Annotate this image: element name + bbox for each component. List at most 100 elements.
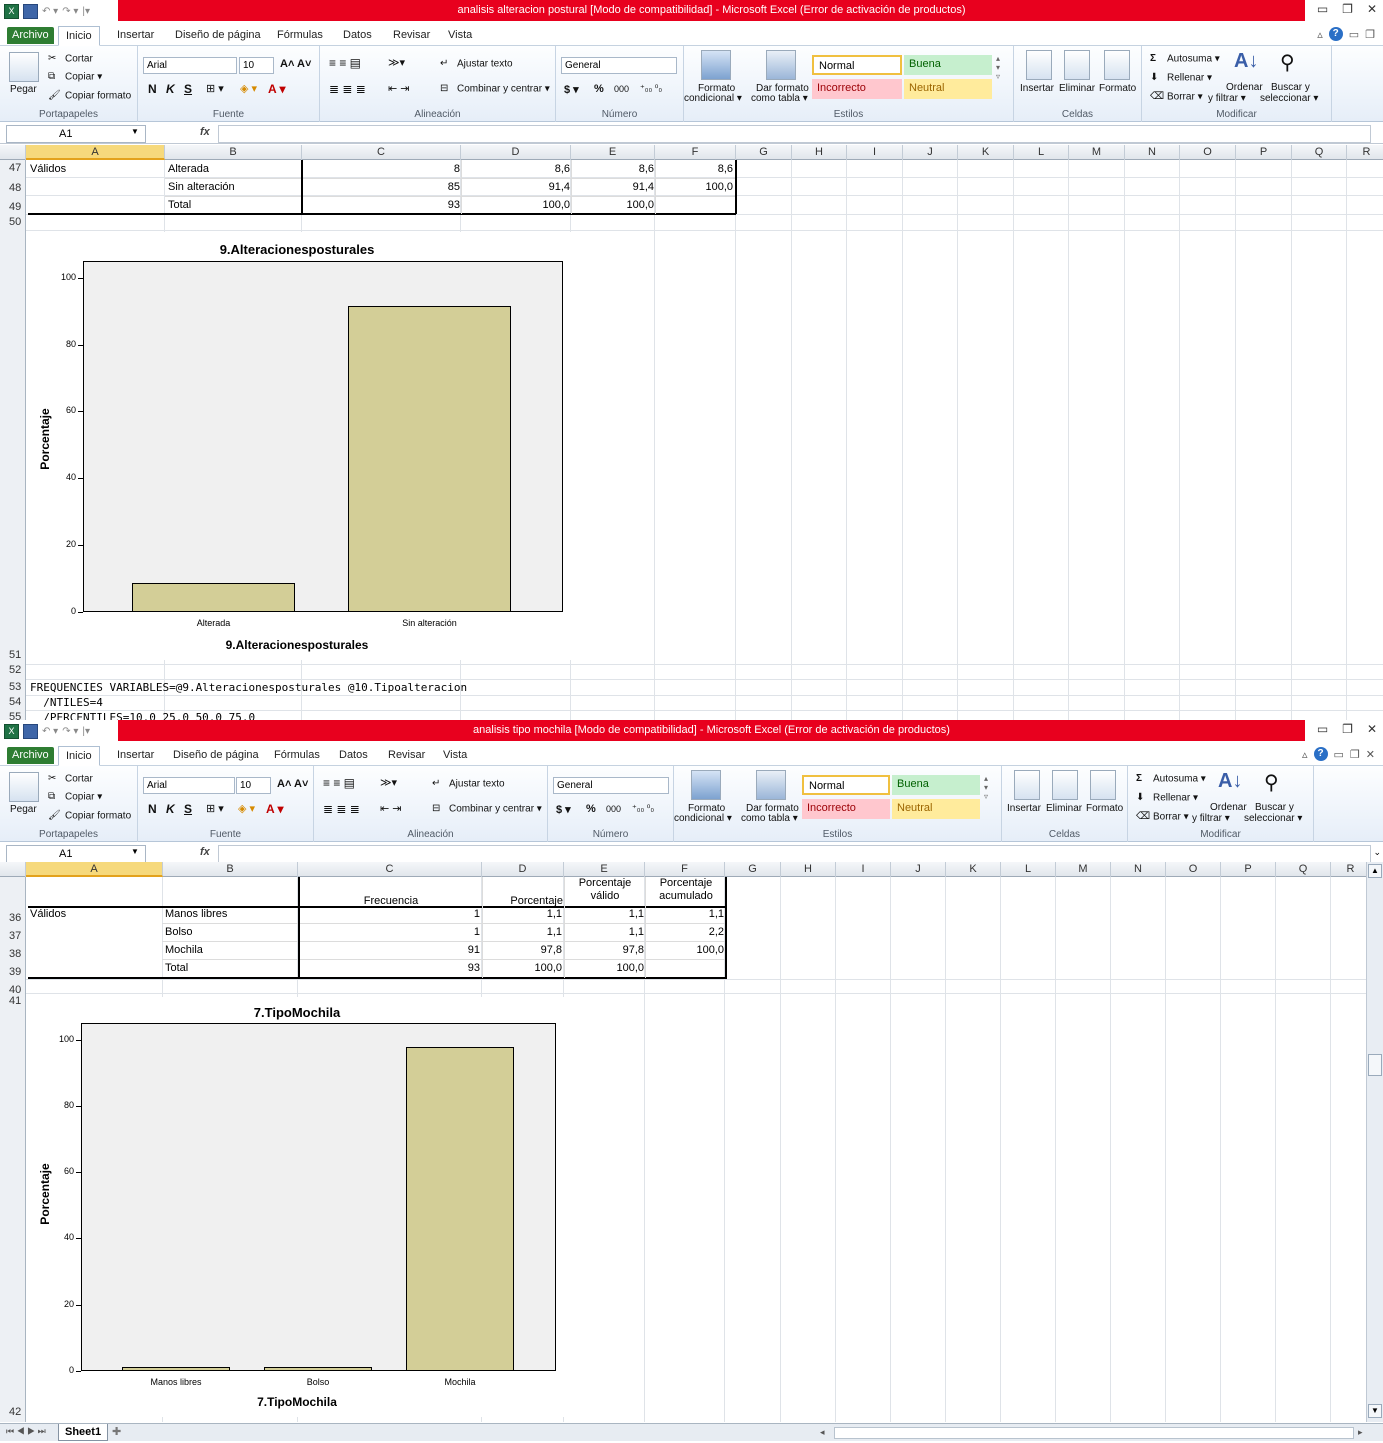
tab-vista[interactable]: Vista xyxy=(448,26,472,46)
row-header[interactable]: 50 xyxy=(0,216,26,228)
currency-button[interactable]: $ ▾ xyxy=(564,83,579,96)
table-cell[interactable]: 91,4 xyxy=(572,179,654,195)
currency-button[interactable]: $ ▾ xyxy=(556,803,571,816)
column-header[interactable]: L xyxy=(1014,145,1069,160)
decimal-icon[interactable]: ⁺₀₀ ⁰₀ xyxy=(640,83,662,94)
fx-icon[interactable]: fx xyxy=(200,126,210,138)
row-header[interactable]: 54 xyxy=(0,696,26,708)
copy-button[interactable]: ⧉ Copiar ▾ xyxy=(48,791,102,803)
thousands-button[interactable]: 000 xyxy=(614,84,629,94)
workbook-close-icon[interactable]: ✕ xyxy=(1366,748,1375,761)
merge-center-button[interactable]: ⊟ Combinar y centrar ▾ xyxy=(432,803,542,815)
italic-button[interactable]: K xyxy=(166,802,175,816)
row-header[interactable]: 48 xyxy=(0,182,26,194)
insert-button[interactable]: Insertar xyxy=(1007,803,1041,814)
formula-input[interactable] xyxy=(218,125,1371,143)
insert-sheet-icon[interactable]: ✚ xyxy=(112,1425,121,1438)
excel-logo-icon[interactable]: X xyxy=(4,3,19,19)
column-header[interactable]: B xyxy=(163,862,298,877)
save-icon[interactable] xyxy=(23,3,38,19)
sort-icon[interactable]: A↓ xyxy=(1218,770,1242,793)
column-header[interactable]: H xyxy=(792,145,847,160)
conditional-format-label-2[interactable]: condicional ▾ xyxy=(674,813,732,824)
delete-cells-icon[interactable] xyxy=(1064,50,1090,80)
undo-icon[interactable]: ↶ ▾ xyxy=(42,6,58,17)
column-header[interactable]: R xyxy=(1347,145,1383,160)
insert-button[interactable]: Insertar xyxy=(1020,83,1054,94)
table-cell[interactable]: 91 xyxy=(300,942,480,958)
column-header-cumulative[interactable]: Porcentaje acumulado xyxy=(646,877,726,903)
table-cell[interactable]: 1,1 xyxy=(646,906,724,922)
workbook-minimize-icon[interactable]: ▭ xyxy=(1334,748,1344,761)
row-header[interactable]: 55 xyxy=(0,711,26,720)
column-header[interactable]: A xyxy=(26,145,165,160)
column-header[interactable]: K xyxy=(958,145,1014,160)
font-color-icon[interactable]: A ▾ xyxy=(268,82,286,96)
workbook-restore-icon[interactable]: ❐ xyxy=(1365,28,1375,41)
save-icon[interactable] xyxy=(23,723,38,739)
table-cell[interactable]: 100,0 xyxy=(572,197,654,213)
table-cell[interactable]: 8 xyxy=(304,161,460,177)
delete-button[interactable]: Eliminar xyxy=(1046,803,1082,814)
table-cell[interactable]: 1 xyxy=(300,906,480,922)
insert-cells-icon[interactable] xyxy=(1014,770,1040,800)
scroll-up-icon[interactable]: ▲ xyxy=(1368,864,1382,878)
tab-vista[interactable]: Vista xyxy=(443,746,467,766)
table-cell[interactable]: Válidos xyxy=(30,906,66,922)
scroll-down-icon[interactable]: ▼ xyxy=(1368,1404,1382,1418)
fill-color-icon[interactable]: ◈ ▾ xyxy=(240,82,257,95)
column-header[interactable]: E xyxy=(571,145,655,160)
column-header[interactable]: F xyxy=(645,862,725,877)
row-header[interactable]: 47 xyxy=(0,162,26,174)
minimize-icon[interactable]: ▭ xyxy=(1317,2,1328,16)
table-cell[interactable]: 100,0 xyxy=(462,197,570,213)
delete-cells-icon[interactable] xyxy=(1052,770,1078,800)
minimize-ribbon-icon[interactable]: ▵ xyxy=(1302,748,1308,761)
styles-scroll-icon[interactable]: ▴ ▾ ▿ xyxy=(996,54,1000,81)
fx-icon[interactable]: fx xyxy=(200,846,210,858)
grow-font-icon[interactable]: A˄ A˅ xyxy=(277,778,308,790)
name-box-dropdown-icon[interactable]: ▼ xyxy=(131,847,139,856)
column-header[interactable]: M xyxy=(1056,862,1111,877)
paste-button[interactable]: Pegar xyxy=(10,804,37,815)
column-header[interactable]: P xyxy=(1221,862,1276,877)
tab-revisar[interactable]: Revisar xyxy=(388,746,425,766)
close-icon[interactable]: ✕ xyxy=(1367,2,1377,16)
row-header[interactable]: 37 xyxy=(0,930,26,942)
percent-button[interactable]: % xyxy=(586,803,596,815)
formula-input[interactable] xyxy=(218,845,1371,863)
style-good[interactable]: Buena xyxy=(892,775,980,795)
redo-icon[interactable]: ↷ ▾ xyxy=(62,726,78,737)
table-cell[interactable]: Bolso xyxy=(165,924,193,940)
tab-archivo[interactable]: Archivo xyxy=(7,27,54,44)
table-cell[interactable]: 100,0 xyxy=(565,960,644,976)
table-cell[interactable]: 100,0 xyxy=(656,179,733,195)
table-cell[interactable]: 1 xyxy=(300,924,480,940)
format-button[interactable]: Formato xyxy=(1086,803,1123,814)
row-header[interactable]: 39 xyxy=(0,966,26,978)
column-header[interactable]: G xyxy=(736,145,792,160)
name-box-dropdown-icon[interactable]: ▼ xyxy=(131,127,139,136)
style-neutral[interactable]: Neutral xyxy=(904,79,992,99)
column-header[interactable]: I xyxy=(847,145,903,160)
table-cell[interactable]: 1,1 xyxy=(565,924,644,940)
table-format-icon[interactable] xyxy=(756,770,786,800)
bold-button[interactable]: N xyxy=(148,82,157,96)
close-icon[interactable]: ✕ xyxy=(1367,722,1377,736)
sheet-nav-icon[interactable]: ⏮ ◀ ▶ ⏭ xyxy=(6,1426,46,1437)
help-icon[interactable]: ? xyxy=(1313,747,1328,761)
column-header[interactable]: M xyxy=(1069,145,1125,160)
bar-chart-alteraciones[interactable]: 9.Alteracionesposturales Porcentaje 9.Al… xyxy=(30,232,572,660)
table-cell[interactable]: 100,0 xyxy=(646,942,724,958)
table-cell[interactable]: 93 xyxy=(300,960,480,976)
tab-diseno[interactable]: Diseño de página xyxy=(173,746,259,766)
table-cell[interactable]: 97,8 xyxy=(565,942,644,958)
format-painter-button[interactable]: 🖌 Copiar formato xyxy=(48,90,131,102)
autosum-button[interactable]: Σ Autosuma ▾ xyxy=(1150,53,1220,65)
row-header[interactable]: 41 xyxy=(0,995,26,1007)
style-normal[interactable]: Normal xyxy=(812,55,902,75)
italic-button[interactable]: K xyxy=(166,82,175,96)
sheet-tab[interactable]: Sheet1 xyxy=(58,1424,109,1441)
style-good[interactable]: Buena xyxy=(904,55,992,75)
column-header[interactable]: C xyxy=(298,862,482,877)
